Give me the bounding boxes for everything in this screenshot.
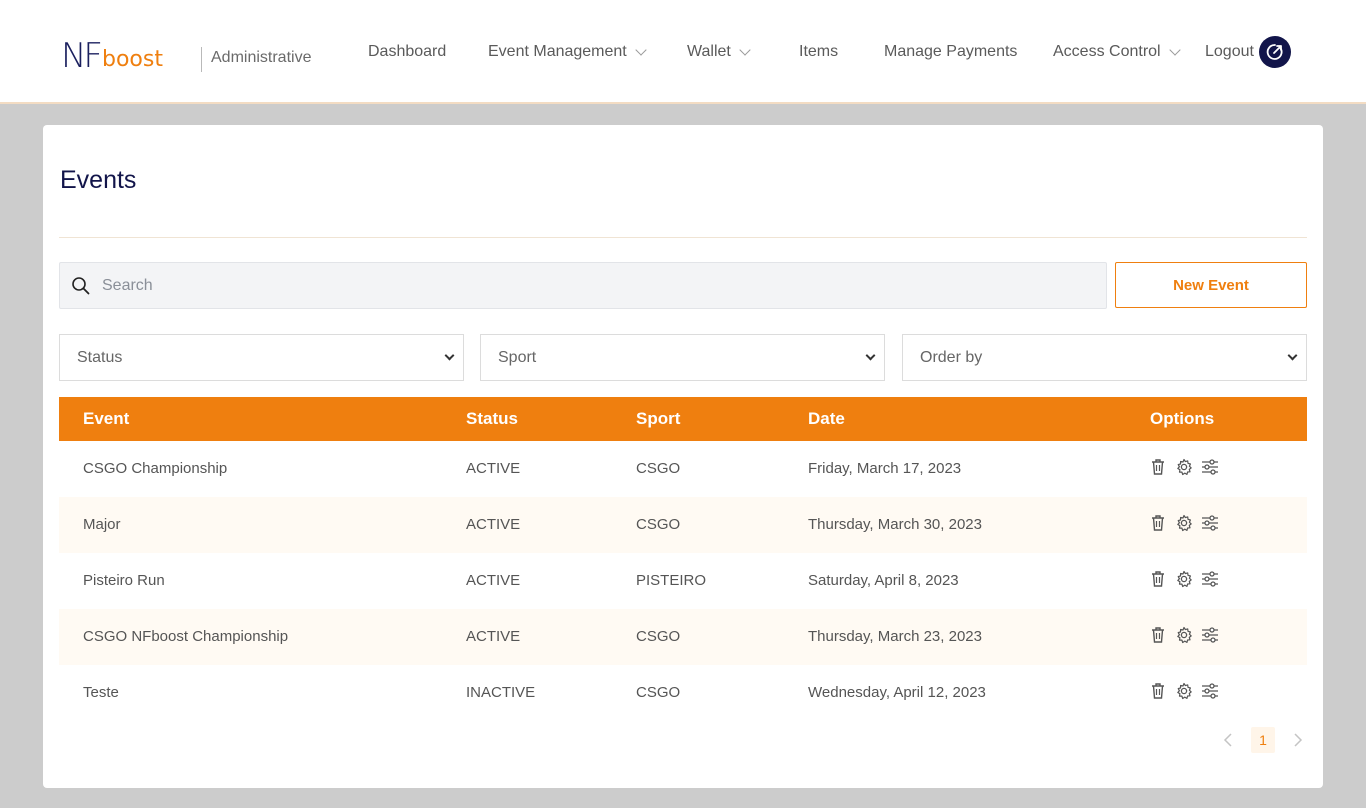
cell-date: Thursday, March 30, 2023 [808, 516, 982, 533]
chevron-down-icon [1168, 43, 1181, 56]
chevron-down-icon [739, 43, 751, 56]
cell-status: ACTIVE [466, 460, 521, 477]
nav-manage-payments-label: Manage Payments [884, 43, 1018, 60]
administrative-label: Administrative [211, 49, 312, 66]
nav-dashboard-label: Dashboard [368, 43, 447, 60]
nav-items[interactable]: Items [799, 42, 838, 62]
cell-date: Friday, March 17, 2023 [808, 460, 962, 477]
cell-status: ACTIVE [466, 572, 521, 589]
row-options [1149, 458, 1219, 476]
page-title: Events [60, 166, 137, 194]
gear-icon[interactable] [1175, 682, 1193, 700]
sliders-icon[interactable] [1201, 626, 1219, 644]
cell-event: CSGO Championship [83, 460, 228, 477]
table-row: Teste INACTIVE CSGO Wednesday, April 12, 20… [59, 665, 1307, 721]
nav-access-control[interactable]: Access Control [1053, 42, 1181, 62]
cell-date: Wednesday, April 12, 2023 [808, 684, 986, 701]
pagination-prev-button[interactable] [1221, 727, 1235, 753]
events-card: Events New Event Status Sport Order by E… [43, 125, 1323, 788]
chevron-left-icon [1223, 733, 1232, 747]
nav-logout[interactable]: Logout [1205, 42, 1254, 62]
logo-nf-text: NF [61, 36, 103, 76]
chevron-down-icon [1287, 350, 1298, 361]
table-row: CSGO NFboost Championship ACTIVE CSGO Thurs… [59, 609, 1307, 665]
cell-event: Pisteiro Run [83, 572, 165, 589]
trash-icon[interactable] [1149, 682, 1167, 700]
nav-items-label: Items [799, 43, 839, 60]
column-header-sport[interactable]: Sport [636, 409, 680, 429]
nav-wallet[interactable]: Wallet [687, 42, 751, 62]
column-header-options: Options [1150, 409, 1215, 428]
status-filter-select[interactable]: Status [59, 334, 464, 381]
cell-sport: PISTEIRO [636, 572, 707, 589]
table-row: CSGO Championship ACTIVE CSGO Friday, March… [59, 441, 1307, 497]
cell-event: Major [83, 516, 121, 533]
sliders-icon[interactable] [1201, 458, 1219, 476]
trash-icon[interactable] [1149, 514, 1167, 532]
pagination-page-1[interactable]: 1 [1251, 727, 1275, 753]
gear-icon[interactable] [1175, 514, 1193, 532]
table-header: Event Status Sport Date Options [59, 397, 1307, 441]
trash-icon[interactable] [1149, 458, 1167, 476]
cell-status: ACTIVE [466, 516, 521, 533]
nav-event-management-label: Event Management [488, 43, 627, 60]
chevron-down-icon [444, 350, 455, 361]
table-row: Pisteiro Run ACTIVE PISTEIRO Saturday, Apri… [59, 553, 1307, 609]
top-navigation-bar: NF boost Administrative Dashboard Event … [0, 0, 1366, 104]
cell-date: Thursday, March 23, 2023 [808, 628, 982, 645]
title-divider [59, 237, 1307, 238]
new-event-button[interactable]: New Event [1115, 262, 1307, 308]
sport-filter-value: Sport [498, 348, 537, 366]
gear-icon[interactable] [1175, 458, 1193, 476]
logo-boost-text: boost [102, 47, 163, 72]
nfboost-logo[interactable]: NF boost [61, 36, 163, 76]
nav-access-control-label: Access Control [1053, 43, 1161, 60]
row-options [1149, 626, 1219, 644]
cell-status: INACTIVE [466, 684, 536, 701]
status-filter-value: Status [77, 348, 123, 366]
search-input[interactable] [102, 276, 1082, 295]
row-options [1149, 570, 1219, 588]
cell-sport: CSGO [636, 460, 681, 477]
cell-date: Saturday, April 8, 2023 [808, 572, 959, 589]
nav-event-management[interactable]: Event Management [488, 42, 647, 62]
nav-dashboard[interactable]: Dashboard [368, 42, 446, 62]
gear-icon[interactable] [1175, 570, 1193, 588]
nav-wallet-label: Wallet [687, 43, 731, 60]
row-options [1149, 514, 1219, 532]
cell-event: CSGO NFboost Championship [83, 628, 289, 645]
column-header-status[interactable]: Status [466, 409, 518, 429]
chevron-down-icon [635, 43, 647, 56]
sliders-icon[interactable] [1201, 570, 1219, 588]
cell-status: ACTIVE [466, 628, 521, 645]
chevron-right-icon [1294, 733, 1303, 747]
cell-sport: CSGO [636, 684, 681, 701]
sliders-icon[interactable] [1201, 682, 1219, 700]
trash-icon[interactable] [1149, 626, 1167, 644]
logout-icon[interactable] [1259, 36, 1291, 68]
order-by-value: Order by [920, 348, 983, 366]
logo-divider [201, 47, 202, 72]
nav-logout-label: Logout [1205, 43, 1254, 60]
nav-manage-payments[interactable]: Manage Payments [884, 42, 1017, 62]
chevron-down-icon [865, 350, 876, 361]
order-by-select[interactable]: Order by [902, 334, 1307, 381]
cell-sport: CSGO [636, 628, 681, 645]
cell-sport: CSGO [636, 516, 681, 533]
pagination-next-button[interactable] [1291, 727, 1305, 753]
sport-filter-select[interactable]: Sport [480, 334, 885, 381]
search-box [59, 262, 1107, 309]
search-icon [60, 276, 102, 296]
row-options [1149, 682, 1219, 700]
gear-icon[interactable] [1175, 626, 1193, 644]
trash-icon[interactable] [1149, 570, 1167, 588]
column-header-event[interactable]: Event [83, 409, 129, 429]
cell-event: Teste [83, 684, 119, 701]
column-header-date[interactable]: Date [808, 409, 845, 429]
sliders-icon[interactable] [1201, 514, 1219, 532]
table-row: Major ACTIVE CSGO Thursday, March 30, 2023 [59, 497, 1307, 553]
